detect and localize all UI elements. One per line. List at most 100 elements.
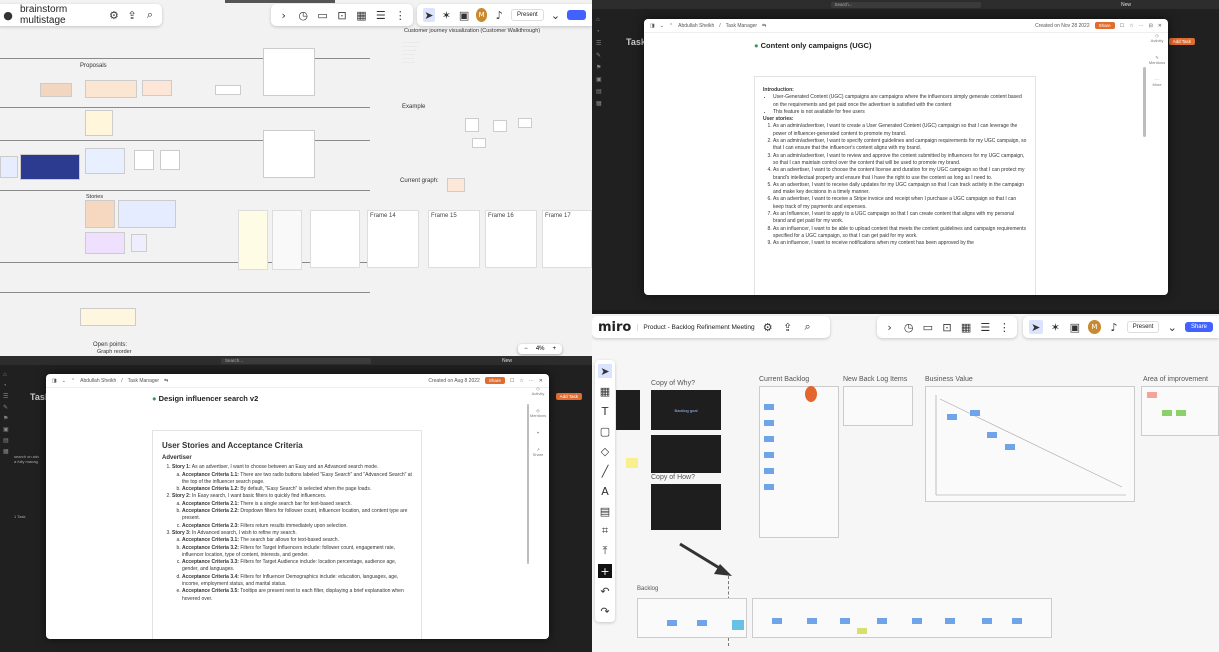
example-card[interactable]: [465, 118, 479, 132]
how-block[interactable]: [651, 484, 721, 530]
chevron-up-icon[interactable]: ⌃: [71, 378, 75, 384]
close-icon[interactable]: ✕: [539, 378, 543, 384]
sticky-note[interactable]: [912, 618, 922, 624]
undo-icon[interactable]: ↶: [598, 584, 612, 598]
link-icon[interactable]: ⇆: [762, 23, 766, 29]
story-card[interactable]: [131, 234, 147, 252]
zoom-out-button[interactable]: −: [524, 346, 528, 352]
proposal-card[interactable]: [215, 85, 241, 95]
search-icon[interactable]: ⌕: [144, 8, 156, 22]
backlog-frame[interactable]: [637, 598, 747, 638]
frame-card[interactable]: [238, 210, 268, 270]
table-icon[interactable]: ▦: [355, 8, 368, 22]
redo-icon[interactable]: ↷: [598, 604, 612, 618]
highlighter-icon[interactable]: Α: [598, 484, 612, 498]
timer-icon[interactable]: ◷: [296, 8, 309, 22]
more-icon[interactable]: ⋯ More: [1146, 77, 1168, 87]
screen-card[interactable]: [263, 48, 315, 96]
screenshot-card[interactable]: [20, 154, 80, 180]
what-block[interactable]: [651, 435, 721, 473]
sticky-note[interactable]: [1005, 444, 1015, 450]
idea-card[interactable]: [85, 148, 125, 174]
breadcrumb-page[interactable]: Task Manager: [726, 23, 757, 29]
share-icon[interactable]: ↗ Share: [527, 447, 549, 457]
collapse-icon[interactable]: ◨: [52, 378, 57, 384]
comment-icon[interactable]: ▣: [1068, 320, 1082, 334]
activity-icon[interactable]: ◷ Activity: [527, 386, 549, 396]
story-card[interactable]: [85, 200, 115, 228]
sticky-note[interactable]: [697, 620, 707, 626]
sticky-note[interactable]: [857, 628, 867, 634]
more-icon[interactable]: ⋯: [1139, 23, 1144, 29]
share-button[interactable]: Share: [1094, 22, 1115, 29]
comment-icon[interactable]: ▤: [598, 504, 612, 518]
activity-icon[interactable]: ◷ Activity: [1146, 33, 1168, 43]
bell-icon[interactable]: ♪: [1107, 320, 1121, 334]
chevron-up-icon[interactable]: ⌃: [669, 23, 673, 29]
chevron-right-icon[interactable]: ›: [883, 320, 896, 334]
sticky-note[interactable]: [1162, 410, 1172, 416]
miro-board-backlog[interactable]: miro Product - Backlog Refinement Meetin…: [592, 314, 1219, 652]
sticky-note[interactable]: [732, 620, 744, 630]
table-icon[interactable]: ▦: [960, 320, 973, 334]
more-icon[interactable]: ⋮: [998, 320, 1011, 334]
comment-icon[interactable]: ☐: [1120, 23, 1124, 29]
doc-icon[interactable]: ☰: [374, 8, 387, 22]
doc-icon[interactable]: ☰: [979, 320, 992, 334]
add-task-button[interactable]: Add Task: [1168, 38, 1195, 45]
avatar[interactable]: M: [1087, 320, 1102, 334]
breadcrumb-page[interactable]: Task Manager: [128, 378, 159, 384]
sticky-note[interactable]: [982, 618, 992, 624]
text-icon[interactable]: T: [598, 404, 612, 418]
bell-icon[interactable]: ♪: [493, 8, 505, 22]
timer-icon[interactable]: ◷: [902, 320, 915, 334]
mentions-icon[interactable]: ✎ Mentions: [1146, 55, 1168, 65]
collapse-icon[interactable]: ◨: [650, 23, 655, 29]
new-button[interactable]: New: [502, 358, 512, 364]
frame-15[interactable]: Frame 15: [428, 210, 480, 268]
share-button[interactable]: Share: [484, 377, 505, 384]
screen-card[interactable]: [134, 150, 154, 170]
screenshot-card[interactable]: [0, 156, 18, 178]
menu-icon[interactable]: ●: [2, 8, 14, 22]
close-icon[interactable]: ✕: [1158, 23, 1162, 29]
comment-icon[interactable]: ▣: [458, 8, 470, 22]
board-name[interactable]: brainstorm multistage: [20, 4, 102, 26]
comment-icon[interactable]: ☐: [510, 378, 514, 384]
proposal-card[interactable]: [142, 80, 172, 96]
sticky-note[interactable]: [764, 452, 774, 458]
share-button[interactable]: Share: [1184, 322, 1213, 332]
settings-icon[interactable]: ⚙: [761, 320, 775, 334]
frame-16[interactable]: Frame 16: [485, 210, 537, 268]
avatar[interactable]: M: [475, 8, 488, 22]
sticky-note[interactable]: [945, 618, 955, 624]
add-task-button[interactable]: Add Task: [555, 393, 582, 400]
share-button[interactable]: [567, 10, 587, 20]
frame-icon[interactable]: ⌗: [598, 524, 612, 538]
sticky-note[interactable]: [764, 468, 774, 474]
example-card[interactable]: [493, 120, 507, 132]
upload-icon[interactable]: ⇪: [126, 8, 138, 22]
chevron-right-icon[interactable]: ›: [277, 8, 290, 22]
chevron-down-icon[interactable]: ⌄: [660, 23, 664, 29]
backlog-lane-frame[interactable]: [752, 598, 1052, 638]
miro-board-brainstorm[interactable]: ● brainstorm multistage ⚙ ⇪ ⌕ › ◷ ▭ ⊡ ▦ …: [0, 0, 592, 356]
breadcrumb-user[interactable]: Abdullah Sheikh: [80, 378, 116, 384]
business-value-chart[interactable]: [925, 386, 1135, 502]
present-button[interactable]: Present: [511, 9, 544, 21]
dark-block[interactable]: [616, 390, 640, 430]
proposal-card[interactable]: [40, 83, 72, 97]
chevron-down-icon[interactable]: ⌄: [62, 378, 66, 384]
story-card[interactable]: [85, 232, 125, 254]
proposal-card[interactable]: [85, 80, 137, 98]
idea-card[interactable]: [85, 110, 113, 136]
table-icon[interactable]: ▦: [598, 384, 612, 398]
sticky-note[interactable]: [764, 484, 774, 490]
celebrate-icon[interactable]: ✶: [1049, 320, 1063, 334]
breadcrumb-user[interactable]: Abdullah Sheikh: [678, 23, 714, 29]
sticky-note[interactable]: [987, 432, 997, 438]
card-icon[interactable]: ▭: [921, 320, 934, 334]
screen-card[interactable]: [160, 150, 180, 170]
sticky-note[interactable]: [840, 618, 850, 624]
zoom-in-button[interactable]: +: [552, 346, 556, 352]
